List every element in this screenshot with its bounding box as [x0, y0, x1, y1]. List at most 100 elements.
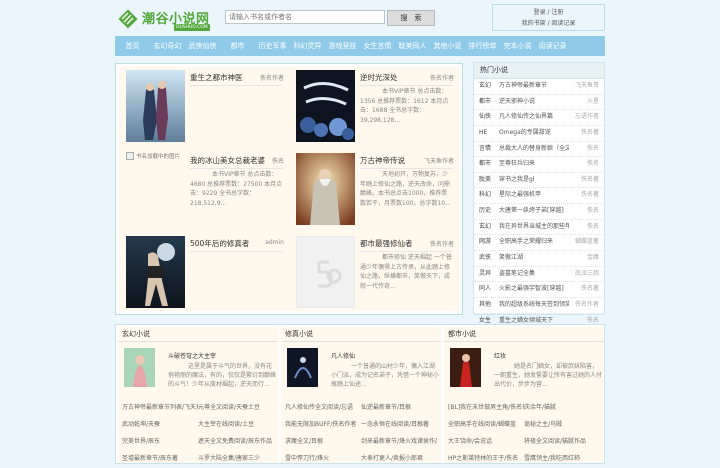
nav-item[interactable]: 女生言情: [360, 36, 395, 56]
book-cover[interactable]: [126, 236, 185, 308]
book-link[interactable]: [BL]我在末世做男主角/佚名作者/upon: [448, 400, 524, 415]
book-link[interactable]: Omega的专属甜宠: [499, 126, 569, 141]
bookshelf-link[interactable]: 我的书架 / 阅读记录: [493, 18, 604, 29]
book-link[interactable]: 将夜全文阅读/猫腻作品: [524, 434, 600, 449]
book-link[interactable]: 大唐第一纨绔子弟[穿越]: [499, 204, 569, 219]
list-item[interactable]: 网游 全职高手之荣耀归来 蝴蝶蓝著: [474, 235, 604, 252]
author-link[interactable]: 佚名: [587, 157, 599, 172]
book-link[interactable]: 万古神帝最新章节: [499, 79, 569, 94]
book-link[interactable]: 遮天全文免费阅读/辰东作品: [198, 434, 274, 449]
list-item[interactable]: 玄幻 万古神帝最新章节 飞天鱼哥: [474, 79, 604, 95]
book-link[interactable]: 求魔全文/耳根: [285, 434, 361, 449]
nav-item[interactable]: 武侠仙侠: [185, 36, 220, 56]
book-link[interactable]: 我的超级系统每天签到领奖励: [499, 298, 569, 313]
book-title[interactable]: 斗破苍穹之大主宰: [168, 351, 216, 360]
nav-item[interactable]: 完本小说: [500, 36, 535, 56]
book-link[interactable]: 完美世界/辰东: [122, 434, 198, 449]
category-title[interactable]: 都市小说: [444, 327, 604, 342]
list-item[interactable]: 武侠 笑傲江湖 金庸: [474, 251, 604, 267]
author-link[interactable]: 火星: [587, 95, 599, 110]
list-item[interactable]: 言情总裁大人的替身新娘（全文完结版） 佚名: [474, 142, 604, 158]
book-link[interactable]: 全职高手在线阅读/蝴蝶蓝: [448, 417, 524, 432]
author-link[interactable]: 南派三叔: [575, 267, 599, 282]
author-link[interactable]: 佚名: [587, 204, 599, 219]
nav-item[interactable]: 历史军事: [255, 36, 290, 56]
nav-item[interactable]: 阅读记录: [535, 36, 570, 56]
site-logo[interactable]: 潮谷小说网 DUSHUO.COM: [118, 7, 214, 33]
author-link[interactable]: 佚名著: [581, 282, 599, 297]
list-item[interactable]: 玄幻我在异世界当城主的那些年月 佚名: [474, 220, 604, 236]
book-link[interactable]: 我能无限加BUFF/佚名作者: [285, 417, 361, 432]
nav-item[interactable]: 首页: [115, 36, 150, 56]
nav-item[interactable]: 玄幻奇幻: [150, 36, 185, 56]
author-link[interactable]: 忘语作者: [575, 110, 599, 125]
list-item[interactable]: 都市 逆天邪神小说 火星: [474, 95, 604, 111]
author-link[interactable]: 蝴蝶蓝著: [575, 235, 599, 250]
book-link[interactable]: 逆天邪神小说: [499, 95, 569, 110]
book-link[interactable]: 雪中悍刀行/烽火: [285, 451, 361, 466]
book-link[interactable]: 斗罗大陆全集/唐家三少: [198, 451, 274, 466]
list-item[interactable]: 耽美 穿书之我是gl 佚名著: [474, 173, 604, 189]
book-link[interactable]: 盗墓笔记全集: [499, 267, 569, 282]
author-link[interactable]: 佚名著: [581, 126, 599, 141]
search-input[interactable]: [225, 10, 385, 24]
book-author[interactable]: 飞天鱼作者: [424, 156, 454, 165]
book-cover[interactable]: [296, 70, 355, 142]
book-title[interactable]: 我的冰山美女总裁老婆: [190, 155, 283, 169]
book-cover[interactable]: [450, 348, 481, 387]
author-link[interactable]: 佚名: [587, 142, 599, 157]
nav-item[interactable]: 其他小说: [430, 36, 465, 56]
book-author[interactable]: 佚名: [272, 156, 284, 165]
book-link[interactable]: 我在异世界当城主的那些年月: [499, 220, 569, 235]
book-link[interactable]: 凡人修仙传之仙界篇: [499, 110, 569, 125]
nav-item[interactable]: 耽美同人: [395, 36, 430, 56]
nav-item[interactable]: 都市: [220, 36, 255, 56]
book-link[interactable]: 大主宰在线阅读/土豆: [198, 417, 274, 432]
book-link[interactable]: 总裁大人的替身新娘（全文完结版）: [499, 142, 569, 157]
nav-item[interactable]: 排行榜单: [465, 36, 500, 56]
book-link[interactable]: 星际之最强机甲: [499, 188, 569, 203]
list-item[interactable]: HE Omega的专属甜宠 佚名著: [474, 126, 604, 142]
book-link[interactable]: 大王饶命/会说话: [448, 434, 524, 449]
book-author[interactable]: 佚名作者: [430, 239, 454, 248]
book-link[interactable]: 武动乾坤/天蚕: [122, 417, 198, 432]
book-cover[interactable]: [296, 153, 355, 225]
list-item[interactable]: 同人 火影之最强宇智波[穿越] 佚名著: [474, 282, 604, 298]
book-link[interactable]: 火影之最强宇智波[穿越]: [499, 282, 569, 297]
broken-image[interactable]: 书名加载中的图片: [126, 152, 180, 160]
book-cover[interactable]: [287, 348, 318, 387]
author-link[interactable]: 佚名著: [581, 188, 599, 203]
login-register-link[interactable]: 登录 / 注册: [493, 7, 604, 18]
search-button[interactable]: 搜 索: [387, 10, 435, 26]
author-link[interactable]: 佚名作者: [575, 298, 599, 313]
author-link[interactable]: 佚名著: [581, 173, 599, 188]
book-cover[interactable]: [126, 70, 185, 142]
list-item[interactable]: 都市 至尊狂兵归来 佚名: [474, 157, 604, 173]
book-link[interactable]: 全职高手之荣耀归来: [499, 235, 569, 250]
book-link[interactable]: 大奉打更人/卖报小郎君: [361, 451, 437, 466]
book-link[interactable]: HP之斯莱特林的王子/佚名: [448, 451, 524, 466]
list-item[interactable]: 其他我的超级系统每天签到领奖励佚名作者: [474, 298, 604, 314]
list-item[interactable]: 科幻 星际之最强机甲 佚名著: [474, 188, 604, 205]
author-link[interactable]: 金庸: [587, 251, 599, 266]
book-author[interactable]: 佚名作者: [430, 73, 454, 82]
author-link[interactable]: 佚名: [587, 220, 599, 235]
book-link[interactable]: 仙逆最新章节/耳根: [361, 400, 437, 415]
book-author[interactable]: 佚名作者: [260, 73, 284, 82]
book-cover[interactable]: [124, 348, 155, 387]
nav-item[interactable]: 游戏竞技: [325, 36, 360, 56]
book-link[interactable]: 庆余年/猫腻: [524, 400, 600, 415]
book-link[interactable]: 剑来最新章节/烽火戏诸侯作品: [361, 434, 437, 449]
book-link[interactable]: 万古神帝最新章节列表/飞天鱼哥: [122, 400, 198, 415]
book-link[interactable]: 凡人修仙传全文阅读/忘语: [285, 400, 361, 415]
book-link[interactable]: 一念永恒在线阅读/耳根著: [361, 417, 437, 432]
book-link[interactable]: 圣墟最新章节/辰东著: [122, 451, 198, 466]
author-link[interactable]: 飞天鱼哥: [575, 79, 599, 94]
list-item[interactable]: 灵异 盗墓笔记全集 南派三叔: [474, 267, 604, 283]
book-title[interactable]: 红妆: [494, 351, 506, 360]
book-title[interactable]: 凡人修仙: [331, 351, 355, 360]
book-link[interactable]: 至尊狂兵归来: [499, 157, 569, 172]
book-cover-placeholder[interactable]: [296, 236, 355, 308]
category-title[interactable]: 修真小说: [281, 327, 441, 342]
book-link[interactable]: 雪鹰领主/我吃西红柿: [524, 451, 600, 466]
